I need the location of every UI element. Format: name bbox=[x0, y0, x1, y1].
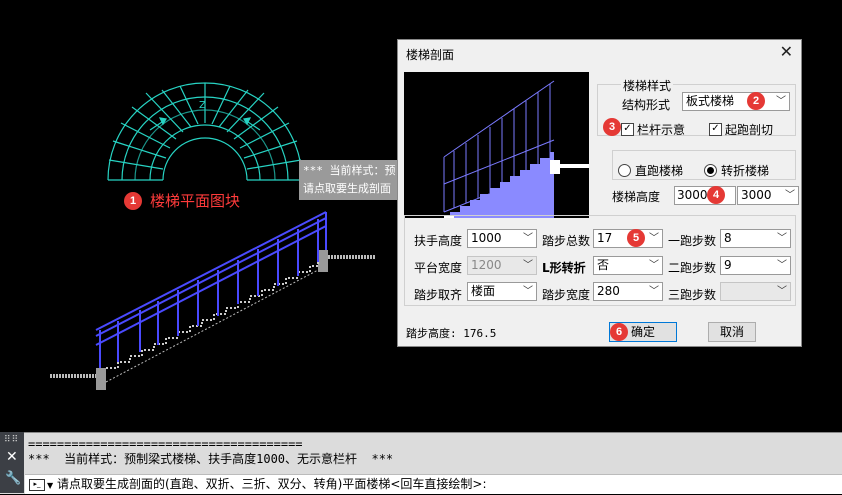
chevron-down-icon: ﹀ bbox=[777, 233, 787, 244]
run2-value: 9 bbox=[724, 258, 732, 272]
height-input[interactable]: 3000 bbox=[674, 186, 736, 205]
history-line-1: ====================================== bbox=[28, 437, 303, 451]
callout-badge-3: 3 bbox=[603, 118, 621, 136]
height-select[interactable]: 3000 ﹀ bbox=[737, 186, 799, 205]
check-icon: ✓ bbox=[621, 123, 634, 136]
command-prompt-icon[interactable]: ▸_ bbox=[29, 478, 45, 491]
l-turn-select[interactable]: 否 ﹀ bbox=[593, 256, 663, 275]
stair-section-dialog: 楼梯剖面 ✕ 楼梯样式 结构形式 板式楼梯 ﹀ 2 3 ✓ 栏杆示意 ✓ 起跑剖… bbox=[397, 39, 802, 347]
run3-label: 三跑步数 bbox=[668, 288, 717, 302]
chevron-down-icon: ﹀ bbox=[776, 96, 786, 107]
callout-badge-6: 6 bbox=[610, 323, 628, 341]
step-height-readout: 踏步高度: 176.5 bbox=[406, 327, 497, 340]
command-panel-sidebar: ⠿⠿ ✕ 🔧 bbox=[0, 432, 24, 493]
start-cut-checkbox[interactable]: ✓ 起跑剖切 bbox=[709, 121, 773, 138]
railing-checkbox[interactable]: ✓ 栏杆示意 bbox=[621, 121, 685, 138]
close-icon[interactable]: ✕ bbox=[780, 42, 793, 61]
chevron-down-icon: ﹀ bbox=[523, 233, 533, 244]
close-icon[interactable]: ✕ bbox=[6, 449, 18, 465]
step-total-label: 踏步总数 bbox=[542, 234, 591, 248]
callout-badge-2: 2 bbox=[747, 92, 765, 110]
section-preview bbox=[404, 72, 589, 228]
callout-badge-5: 5 bbox=[627, 229, 645, 247]
command-input-line[interactable]: ▸_ ▼ 请点取要生成剖面的(直跑、双折、三折、双分、转角)平面楼梯<回车直接绘制… bbox=[25, 474, 842, 494]
chevron-down-icon: ﹀ bbox=[649, 286, 659, 297]
handrail-label: 扶手高度 bbox=[414, 234, 463, 248]
step-width-label: 踏步宽度 bbox=[542, 288, 591, 302]
command-tooltip: *** 当前样式：预 请点取要生成剖面 bbox=[299, 160, 399, 200]
plan-block-label: 楼梯平面图块 bbox=[150, 192, 241, 210]
stair-style-group-title: 楼梯样式 bbox=[621, 77, 674, 94]
callout-badge-4: 4 bbox=[707, 186, 725, 204]
run3-select[interactable]: ﹀ bbox=[720, 282, 791, 301]
chevron-down-icon: ﹀ bbox=[523, 286, 533, 297]
check-icon: ✓ bbox=[709, 123, 722, 136]
platform-width-select[interactable]: 1200 ﹀ bbox=[467, 256, 537, 275]
tooltip-line-1: *** 当前样式：预 bbox=[303, 164, 396, 177]
tooltip-line-2: 请点取要生成剖面 bbox=[303, 182, 391, 195]
height-combo-value: 3000 bbox=[741, 188, 772, 202]
platform-width-value: 1200 bbox=[471, 258, 502, 272]
structure-select[interactable]: 板式楼梯 ﹀ bbox=[682, 92, 790, 111]
dialog-title: 楼梯剖面 bbox=[406, 48, 455, 62]
l-turn-label: L形转折 bbox=[542, 261, 586, 275]
chevron-down-icon: ﹀ bbox=[785, 190, 795, 201]
stair-plan-block: Z bbox=[107, 82, 303, 181]
radio-on-icon bbox=[704, 164, 717, 177]
start-cut-label: 起跑剖切 bbox=[725, 123, 774, 137]
step-align-value: 楼面 bbox=[471, 284, 496, 298]
cancel-button[interactable]: 取消 bbox=[708, 322, 756, 342]
radio-straight-stair[interactable]: 直跑楼梯 bbox=[618, 162, 683, 179]
height-label: 楼梯高度 bbox=[612, 190, 661, 204]
command-history: ====================================== **… bbox=[28, 437, 393, 467]
structure-label: 结构形式 bbox=[622, 98, 671, 112]
callout-badge-1: 1 bbox=[124, 192, 142, 210]
run2-label: 二跑步数 bbox=[668, 261, 717, 275]
run1-select[interactable]: 8 ﹀ bbox=[720, 229, 791, 248]
step-align-label: 踏步取齐 bbox=[414, 288, 463, 302]
preview-drawing bbox=[404, 80, 589, 228]
handrail-value: 1000 bbox=[471, 231, 502, 245]
chevron-down-icon[interactable]: ▼ bbox=[47, 481, 53, 490]
step-total-value: 17 bbox=[597, 231, 613, 245]
run1-label: 一跑步数 bbox=[668, 234, 717, 248]
chevron-down-icon: ﹀ bbox=[649, 233, 659, 244]
structure-value: 板式楼梯 bbox=[686, 94, 735, 108]
wrench-icon[interactable]: 🔧 bbox=[5, 471, 21, 486]
l-turn-value: 否 bbox=[597, 258, 610, 272]
history-line-2: *** 当前样式：预制梁式楼梯、扶手高度1000、无示意栏杆 *** bbox=[28, 452, 394, 466]
run2-select[interactable]: 9 ﹀ bbox=[720, 256, 791, 275]
radio-turn-label: 转折楼梯 bbox=[721, 164, 770, 178]
handrail-select[interactable]: 1000 ﹀ bbox=[467, 229, 537, 248]
grip-icon[interactable]: ⠿⠿ bbox=[4, 435, 19, 445]
platform-width-label: 平台宽度 bbox=[414, 261, 463, 275]
run1-value: 8 bbox=[724, 231, 732, 245]
stair-section-drawing bbox=[50, 211, 375, 390]
chevron-down-icon: ﹀ bbox=[777, 286, 787, 297]
radio-straight-label: 直跑楼梯 bbox=[635, 164, 684, 178]
chevron-down-icon: ﹀ bbox=[777, 260, 787, 271]
step-align-select[interactable]: 楼面 ﹀ bbox=[467, 282, 537, 301]
chevron-down-icon: ﹀ bbox=[649, 260, 659, 271]
radio-turn-stair[interactable]: 转折楼梯 bbox=[704, 162, 769, 179]
chevron-down-icon: ﹀ bbox=[523, 260, 533, 271]
svg-text:Z: Z bbox=[199, 100, 206, 111]
step-width-value: 280 bbox=[597, 284, 620, 298]
step-width-select[interactable]: 280 ﹀ bbox=[593, 282, 663, 301]
radio-off-icon bbox=[618, 164, 631, 177]
railing-label: 栏杆示意 bbox=[637, 123, 686, 137]
command-prompt: 请点取要生成剖面的(直跑、双折、三折、双分、转角)平面楼梯<回车直接绘制>: bbox=[56, 477, 487, 491]
